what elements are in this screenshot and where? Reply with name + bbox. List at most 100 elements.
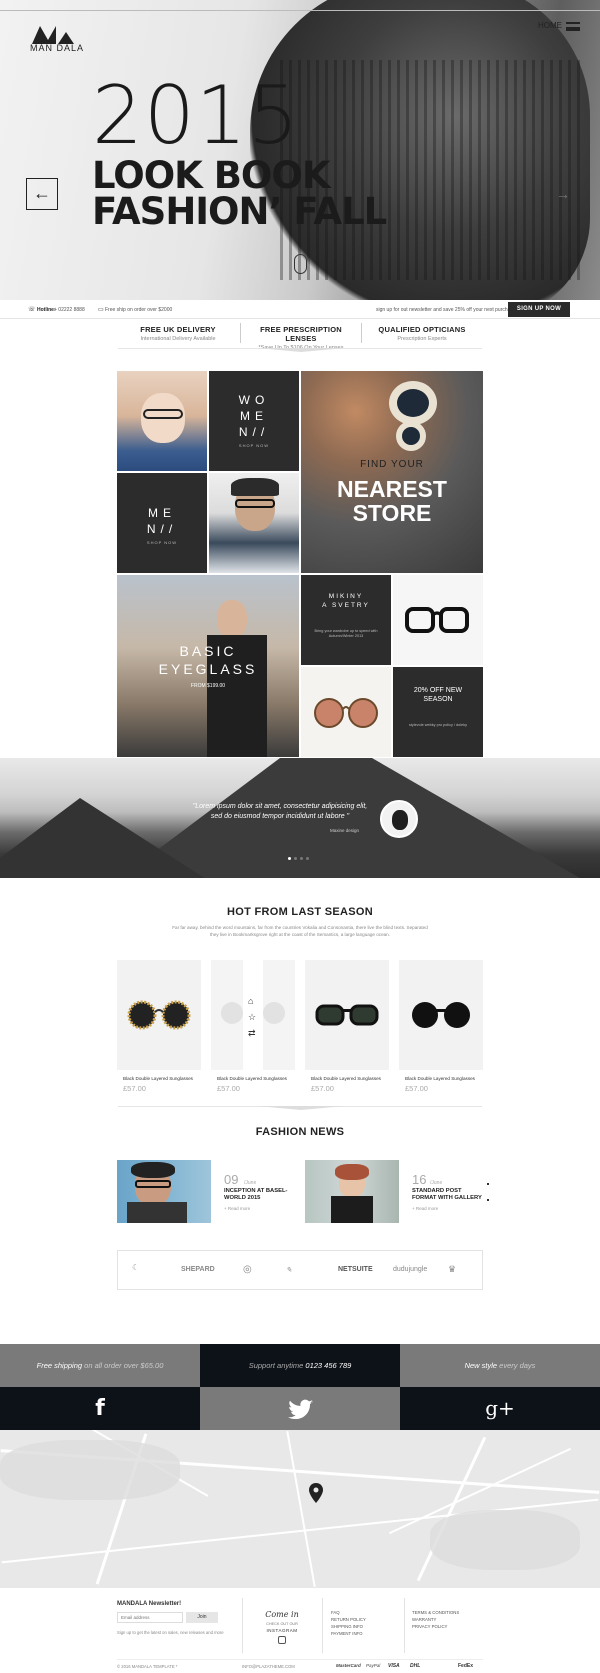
- payment-mastercard: MasterCard: [336, 1663, 361, 1668]
- cart-icon[interactable]: ⌂: [248, 996, 253, 1006]
- product-name[interactable]: Black Double Layered Sunglasses: [217, 1076, 287, 1081]
- feature-sub: International Delivery Available: [140, 336, 216, 342]
- footer-links-a: FAQ RETURN POLICY SHIPPING INFO PAYMENT …: [331, 1609, 366, 1637]
- facebook-icon[interactable]: f: [0, 1387, 200, 1430]
- footer-links-b: TERMS & CONDITIONS WARRANTY PRIVACY POLI…: [412, 1609, 459, 1630]
- store-photo[interactable]: FIND YOUR NEAREST STORE: [301, 371, 483, 573]
- newsletter-email-input[interactable]: [117, 1612, 183, 1623]
- basic-eyeglass-photo[interactable]: BASIC EYEGLASS FROM $199.00: [117, 575, 299, 757]
- brand-logo-icon[interactable]: ☾: [132, 1263, 139, 1272]
- season-title-1: 20% OFF NEW: [413, 687, 463, 694]
- brand-netsuite[interactable]: NETSUITE: [338, 1266, 373, 1273]
- support-phone[interactable]: 0123 456 789: [303, 1361, 351, 1370]
- slider-dot[interactable]: [300, 857, 303, 860]
- product-name[interactable]: Black Double Layered Sunglasses: [123, 1076, 193, 1081]
- news-title-1[interactable]: STANDARD POST: [412, 1188, 462, 1195]
- store-title-2: STORE: [352, 500, 432, 526]
- map-pin-icon[interactable]: [309, 1483, 323, 1503]
- product-name[interactable]: Black Double Layered Sunglasses: [405, 1076, 475, 1081]
- new-season-tile[interactable]: 20% OFF NEW SEASON stylevole webky pro p…: [393, 667, 483, 757]
- news-title-1[interactable]: INCEPTION AT BASEL-: [224, 1188, 287, 1195]
- basic-title-2: EYEGLASS: [158, 661, 258, 677]
- news-title-2[interactable]: FORMAT WITH GALLERY: [412, 1195, 482, 1202]
- feature-title: FREE PRESCRIPTION LENSES: [260, 325, 342, 343]
- menu-icon[interactable]: [566, 22, 580, 31]
- nav-home-link[interactable]: HOME: [538, 21, 562, 30]
- join-button[interactable]: Join: [186, 1612, 218, 1623]
- slider-dot[interactable]: [306, 857, 309, 860]
- brand-dudujungle[interactable]: dudujungle: [393, 1266, 427, 1273]
- scroll-mouse-icon[interactable]: [294, 254, 307, 274]
- slider-dot[interactable]: [294, 857, 297, 860]
- product-card[interactable]: [117, 960, 201, 1070]
- footer-link[interactable]: TERMS & CONDITIONS: [412, 1609, 459, 1616]
- read-more-link[interactable]: + Read more: [412, 1206, 438, 1211]
- sunglasses-icon: [314, 698, 378, 728]
- women-shop-link[interactable]: SHOP NOW: [209, 443, 299, 448]
- store-find-text: FIND YOUR: [360, 459, 424, 470]
- women-photo[interactable]: [117, 371, 207, 471]
- hot-section-title: HOT FROM LAST SEASON: [227, 906, 373, 918]
- payment-visa: VISA: [388, 1663, 400, 1669]
- glasses-product-photo[interactable]: [393, 575, 483, 665]
- slider-dots[interactable]: [288, 857, 312, 860]
- product-card[interactable]: [305, 960, 389, 1070]
- more-icon[interactable]: [487, 1183, 489, 1201]
- read-more-link[interactable]: + Read more: [224, 1206, 250, 1211]
- brand-circle-icon[interactable]: ◎: [243, 1264, 252, 1275]
- footer-link[interactable]: SHIPPING INFO: [331, 1623, 366, 1630]
- footer-link[interactable]: PAYMENT INFO: [331, 1630, 366, 1637]
- footer-link[interactable]: PRIVACY POLICY: [412, 1623, 459, 1630]
- divider: [322, 1598, 323, 1653]
- women-label-1: WO: [238, 393, 270, 407]
- truck-icon: ▭: [98, 307, 104, 313]
- mikiny-tile[interactable]: MIKINY A SVETRY Bring your wardrobe up t…: [301, 575, 391, 665]
- news-title-2[interactable]: WORLD 2015: [224, 1195, 260, 1202]
- glasses-icon: [143, 409, 183, 419]
- shuffle-icon[interactable]: ⇄: [248, 1028, 256, 1039]
- divider: [404, 1598, 405, 1653]
- quote-line-1: "Lorem ipsum dolor sit amet, consectetur…: [192, 803, 368, 810]
- logo-text[interactable]: MAN DALA: [30, 43, 84, 53]
- product-card[interactable]: [399, 960, 483, 1070]
- model-body: [127, 1202, 187, 1223]
- signup-button[interactable]: SIGN UP NOW: [508, 302, 570, 317]
- footer-link[interactable]: FAQ: [331, 1609, 366, 1616]
- sunglasses-icon: [315, 1004, 379, 1026]
- model-hair: [131, 1162, 175, 1178]
- location-map[interactable]: [0, 1430, 600, 1588]
- support-band: Support anytime 0123 456 789: [200, 1344, 400, 1387]
- twitter-icon[interactable]: [200, 1387, 400, 1430]
- news-image[interactable]: [117, 1160, 211, 1223]
- women-label-3: N//: [238, 425, 270, 439]
- product-name[interactable]: Black Double Layered Sunglasses: [311, 1076, 381, 1081]
- round-sunglasses-photo[interactable]: [301, 667, 391, 757]
- prev-slide-button[interactable]: ←: [26, 178, 58, 210]
- season-title-2: SEASON: [423, 696, 453, 703]
- brand-crown-icon[interactable]: ♛: [448, 1264, 456, 1275]
- brand-shepard[interactable]: SHEPARD: [181, 1266, 215, 1273]
- store-title-1: NEAREST: [337, 476, 447, 502]
- next-slide-button[interactable]: →: [556, 186, 570, 202]
- footer-link[interactable]: RETURN POLICY: [331, 1616, 366, 1623]
- google-plus-icon[interactable]: g+: [400, 1387, 600, 1430]
- sunglasses-icon: [389, 381, 437, 425]
- author-avatar: [380, 800, 418, 838]
- news-image[interactable]: [305, 1160, 399, 1223]
- payment-dhl: DHL: [410, 1663, 421, 1669]
- instagram-label[interactable]: INSTAGRAM: [246, 1628, 318, 1633]
- star-icon[interactable]: ☆: [248, 1012, 256, 1023]
- hero-year: 2015: [92, 69, 300, 162]
- footer-link[interactable]: WARRANTY: [412, 1616, 459, 1623]
- product-card[interactable]: ⌂ ☆ ⇄: [211, 960, 295, 1070]
- instagram-icon[interactable]: [278, 1636, 286, 1644]
- men-category-tile[interactable]: ME N// SHOP NOW: [117, 473, 207, 573]
- info-bar: ☏ Hotline: + 02222 8888 ▭ Free ship on o…: [0, 301, 600, 319]
- footer-email[interactable]: INFO@PLAZATHEME.COM: [242, 1664, 295, 1669]
- men-photo[interactable]: [209, 473, 299, 573]
- brand-script-icon[interactable]: ✎: [286, 1266, 292, 1274]
- payment-fedex: FedEx: [458, 1663, 474, 1669]
- women-category-tile[interactable]: WO ME N// SHOP NOW: [209, 371, 299, 471]
- slider-dot[interactable]: [288, 857, 291, 860]
- men-shop-link[interactable]: SHOP NOW: [117, 540, 207, 545]
